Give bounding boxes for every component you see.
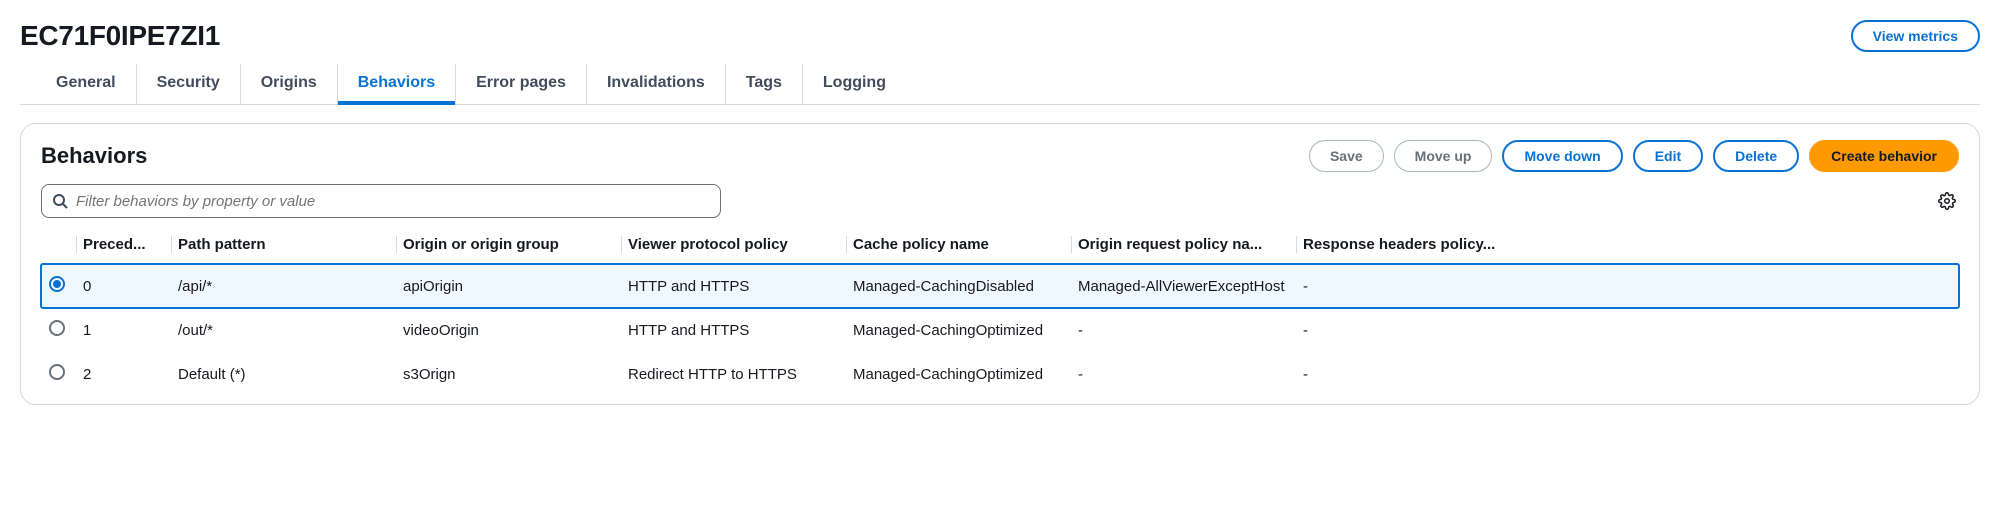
cell-path-pattern: /api/*: [178, 264, 403, 309]
col-origin[interactable]: Origin or origin group: [403, 226, 628, 264]
cell-precedence: 2: [83, 352, 178, 396]
radio-icon[interactable]: [49, 320, 65, 336]
cell-cache-policy: Managed-CachingDisabled: [853, 264, 1078, 309]
cell-origin-request-policy: -: [1078, 308, 1303, 352]
delete-button[interactable]: Delete: [1713, 140, 1799, 172]
tab-invalidations[interactable]: Invalidations: [587, 64, 726, 104]
tabs: GeneralSecurityOriginsBehaviorsError pag…: [20, 64, 1980, 105]
cell-response-headers-policy: -: [1303, 352, 1959, 396]
panel-title: Behaviors: [41, 143, 147, 169]
filter-input-wrap[interactable]: [41, 184, 721, 218]
page-title: EC71F0IPE7ZI1: [20, 20, 220, 52]
move-up-button[interactable]: Move up: [1394, 140, 1493, 172]
table-row[interactable]: 0/api/*apiOriginHTTP and HTTPSManaged-Ca…: [41, 264, 1959, 309]
cell-response-headers-policy: -: [1303, 264, 1959, 309]
cell-path-pattern: Default (*): [178, 352, 403, 396]
gear-icon: [1938, 192, 1956, 210]
behaviors-table: Preced... Path pattern Origin or origin …: [41, 226, 1959, 396]
cell-response-headers-policy: -: [1303, 308, 1959, 352]
col-response-headers-policy[interactable]: Response headers policy...: [1303, 226, 1959, 264]
table-row[interactable]: 1/out/*videoOriginHTTP and HTTPSManaged-…: [41, 308, 1959, 352]
cell-origin-request-policy: Managed-AllViewerExceptHost: [1078, 264, 1303, 309]
cell-origin: s3Orign: [403, 352, 628, 396]
col-cache-policy[interactable]: Cache policy name: [853, 226, 1078, 264]
tab-error-pages[interactable]: Error pages: [456, 64, 587, 104]
radio-icon[interactable]: [49, 364, 65, 380]
tab-origins[interactable]: Origins: [241, 64, 338, 104]
cell-origin-request-policy: -: [1078, 352, 1303, 396]
filter-input[interactable]: [76, 193, 710, 210]
cell-viewer-protocol: HTTP and HTTPS: [628, 264, 853, 309]
tab-general[interactable]: General: [36, 64, 137, 104]
radio-icon[interactable]: [49, 276, 65, 292]
cell-precedence: 0: [83, 264, 178, 309]
action-bar: Save Move up Move down Edit Delete Creat…: [1309, 140, 1959, 172]
cell-viewer-protocol: HTTP and HTTPS: [628, 308, 853, 352]
behaviors-panel: Behaviors Save Move up Move down Edit De…: [20, 123, 1980, 405]
edit-button[interactable]: Edit: [1633, 140, 1703, 172]
filter-row: [41, 184, 1959, 218]
tab-logging[interactable]: Logging: [803, 64, 906, 104]
panel-head: Behaviors Save Move up Move down Edit De…: [41, 140, 1959, 172]
col-select: [41, 226, 83, 264]
create-behavior-button[interactable]: Create behavior: [1809, 140, 1959, 172]
cell-viewer-protocol: Redirect HTTP to HTTPS: [628, 352, 853, 396]
row-select-cell[interactable]: [41, 264, 83, 309]
row-select-cell[interactable]: [41, 352, 83, 396]
table-row[interactable]: 2Default (*)s3OrignRedirect HTTP to HTTP…: [41, 352, 1959, 396]
cell-origin: apiOrigin: [403, 264, 628, 309]
row-select-cell[interactable]: [41, 308, 83, 352]
col-path-pattern[interactable]: Path pattern: [178, 226, 403, 264]
cell-cache-policy: Managed-CachingOptimized: [853, 308, 1078, 352]
cell-origin: videoOrigin: [403, 308, 628, 352]
view-metrics-button[interactable]: View metrics: [1851, 20, 1980, 52]
header: EC71F0IPE7ZI1 View metrics: [20, 16, 1980, 64]
cell-cache-policy: Managed-CachingOptimized: [853, 352, 1078, 396]
save-button[interactable]: Save: [1309, 140, 1384, 172]
cell-precedence: 1: [83, 308, 178, 352]
col-viewer-protocol[interactable]: Viewer protocol policy: [628, 226, 853, 264]
col-precedence[interactable]: Preced...: [83, 226, 178, 264]
cell-path-pattern: /out/*: [178, 308, 403, 352]
search-icon: [52, 193, 68, 209]
settings-button[interactable]: [1935, 189, 1959, 213]
col-origin-request-policy[interactable]: Origin request policy na...: [1078, 226, 1303, 264]
tab-tags[interactable]: Tags: [726, 64, 803, 104]
tab-behaviors[interactable]: Behaviors: [338, 64, 456, 104]
move-down-button[interactable]: Move down: [1502, 140, 1622, 172]
tab-security[interactable]: Security: [137, 64, 241, 104]
